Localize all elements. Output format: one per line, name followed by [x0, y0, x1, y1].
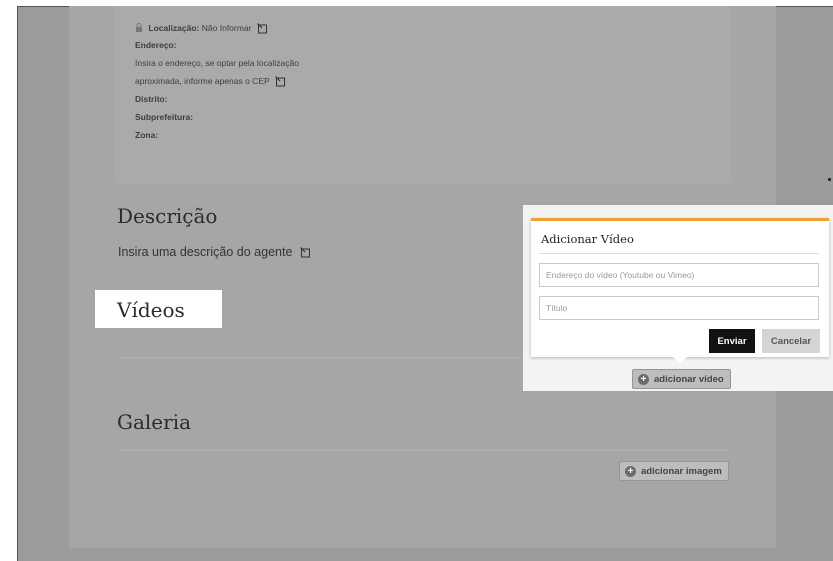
add-video-button[interactable]: + adicionar vídeo [632, 369, 731, 389]
gallery-divider [118, 450, 730, 451]
popup-divider [539, 253, 819, 254]
submit-button[interactable]: Enviar [709, 329, 755, 353]
subprefecture-label: Subprefeitura: [135, 112, 194, 122]
video-title-input[interactable] [539, 296, 819, 320]
location-label: Localização: [148, 23, 200, 33]
video-url-input[interactable] [539, 263, 819, 287]
description-row[interactable]: Insira uma descrição do agente [118, 245, 311, 259]
lock-icon [136, 23, 142, 32]
zone-label: Zona: [135, 130, 159, 140]
location-value[interactable]: Não Informar [202, 23, 252, 33]
street-hint-line2[interactable]: aproximada, informe apenas o CEP [135, 76, 270, 86]
district-label: Distrito: [135, 94, 168, 104]
edit-icon[interactable] [274, 76, 286, 87]
cancel-button[interactable]: Cancelar [762, 329, 820, 353]
zone-row: Zona: [135, 130, 158, 140]
edit-icon[interactable] [256, 23, 268, 34]
district-row: Distrito: [135, 94, 168, 104]
description-title: Descrição [117, 204, 218, 228]
edit-icon[interactable] [299, 247, 311, 258]
street-label-row: Endereço: [135, 40, 177, 50]
gallery-title: Galeria [117, 410, 192, 434]
plus-icon: + [638, 373, 649, 385]
description-placeholder[interactable]: Insira uma descrição do agente [118, 245, 292, 259]
location-row: Localização: Não Informar [135, 23, 268, 34]
street-hint-line2-row[interactable]: aproximada, informe apenas o CEP [135, 76, 286, 87]
popup-title: Adicionar Vídeo [541, 232, 634, 246]
add-image-button[interactable]: + adicionar imagem [619, 461, 729, 481]
subprefecture-row: Subprefeitura: [135, 112, 193, 122]
add-video-popup: Adicionar Vídeo Enviar Cancelar [531, 218, 829, 357]
plus-icon: + [625, 465, 636, 477]
add-video-label: adicionar vídeo [654, 373, 724, 385]
edge-mark [828, 178, 831, 181]
popup-arrow [673, 357, 687, 364]
street-label: Endereço: [135, 40, 177, 50]
street-hint-line1[interactable]: Insira o endereço, se optar pela localiz… [135, 58, 299, 68]
add-image-label: adicionar imagem [641, 465, 722, 477]
videos-title: Vídeos [117, 298, 185, 322]
